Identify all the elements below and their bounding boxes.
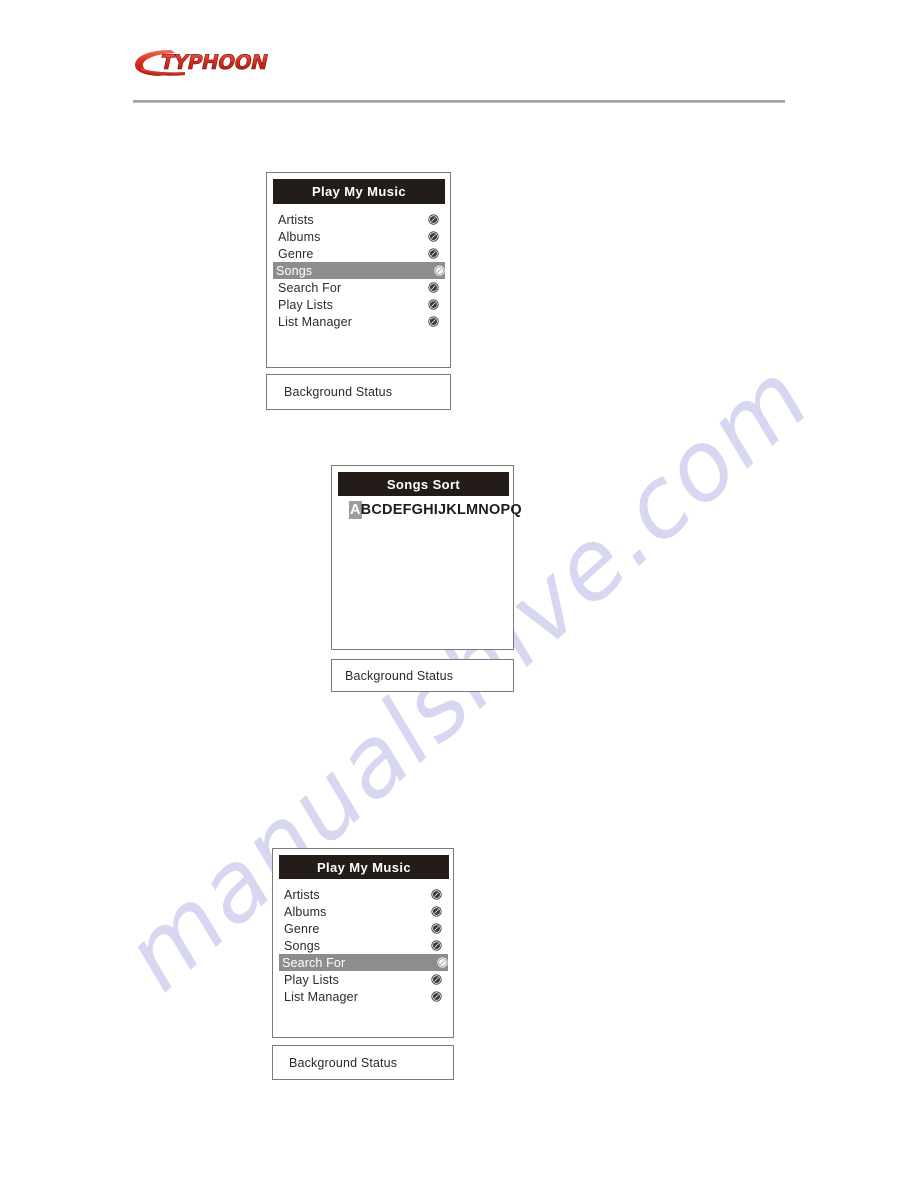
menu-item-label: Albums xyxy=(284,904,327,919)
navigate-icon[interactable] xyxy=(431,940,442,951)
alphabet-letter-h[interactable]: H xyxy=(423,502,434,518)
navigate-icon[interactable] xyxy=(428,214,439,225)
menu-item-label: Genre xyxy=(284,921,320,936)
menu-item-genre[interactable]: Genre xyxy=(278,245,439,262)
navigate-icon[interactable] xyxy=(431,889,442,900)
alphabet-letter-k[interactable]: K xyxy=(446,502,457,518)
background-status-bar: Background Status xyxy=(266,374,451,410)
navigate-icon[interactable] xyxy=(431,991,442,1002)
device-screen: Play My Music Artists Albums Genre Songs Sea… xyxy=(266,172,451,368)
background-status-bar: Background Status xyxy=(272,1045,454,1080)
menu-item-songs[interactable]: Songs xyxy=(273,262,445,279)
alphabet-letter-q[interactable]: Q xyxy=(510,502,521,518)
navigate-icon[interactable] xyxy=(431,923,442,934)
screen-title: Play My Music xyxy=(273,179,445,204)
menu-item-artists[interactable]: Artists xyxy=(284,886,442,903)
alphabet-strip: ABCDEFGHIJKLMNOPQ xyxy=(349,501,522,519)
navigate-icon[interactable] xyxy=(431,974,442,985)
menu-item-songs[interactable]: Songs xyxy=(284,937,442,954)
alphabet-letter-l[interactable]: L xyxy=(457,502,466,518)
menu-item-label: List Manager xyxy=(278,314,353,329)
background-status-label: Background Status xyxy=(289,1055,398,1070)
navigate-icon[interactable] xyxy=(434,265,445,276)
alphabet-letter-f[interactable]: F xyxy=(403,502,412,518)
alphabet-letter-d[interactable]: D xyxy=(382,502,393,518)
background-status-label: Background Status xyxy=(345,668,454,683)
navigate-icon[interactable] xyxy=(428,316,439,327)
menu-item-label: Songs xyxy=(276,263,313,278)
header-divider xyxy=(133,100,785,103)
screen-title: Play My Music xyxy=(279,855,449,879)
menu-item-play-lists[interactable]: Play Lists xyxy=(284,971,442,988)
alphabet-letter-o[interactable]: O xyxy=(489,502,500,518)
navigate-icon[interactable] xyxy=(437,957,448,968)
screen-group-play-my-music-songs: Play My Music Artists Albums Genre Songs Sea… xyxy=(266,172,451,412)
menu-item-label: Play Lists xyxy=(278,297,333,312)
alphabet-letter-j[interactable]: J xyxy=(438,502,446,518)
menu-item-label: Search For xyxy=(278,280,342,295)
navigate-icon[interactable] xyxy=(428,282,439,293)
menu-item-label: Artists xyxy=(278,212,314,227)
navigate-icon[interactable] xyxy=(431,906,442,917)
alphabet-letter-n[interactable]: N xyxy=(478,502,489,518)
menu-item-artists[interactable]: Artists xyxy=(278,211,439,228)
menu-item-play-lists[interactable]: Play Lists xyxy=(278,296,439,313)
menu-item-label: Genre xyxy=(278,246,314,261)
menu-item-genre[interactable]: Genre xyxy=(284,920,442,937)
device-screen: Play My Music Artists Albums Genre Songs Sea… xyxy=(272,848,454,1038)
navigate-icon[interactable] xyxy=(428,231,439,242)
background-status-label: Background Status xyxy=(284,385,393,399)
menu-item-list-manager[interactable]: List Manager xyxy=(278,313,439,330)
typhoon-logo: TYPHOON xyxy=(133,42,268,82)
alphabet-letter-p[interactable]: P xyxy=(500,502,510,518)
device-screen: Songs Sort ABCDEFGHIJKLMNOPQ xyxy=(331,465,522,650)
alphabet-letter-a[interactable]: A xyxy=(349,501,362,519)
screen-title: Songs Sort xyxy=(338,472,509,496)
menu-item-albums[interactable]: Albums xyxy=(284,903,442,920)
screen-group-songs-sort: Songs Sort ABCDEFGHIJKLMNOPQ Background … xyxy=(331,465,522,693)
menu-item-label: Search For xyxy=(282,955,346,970)
menu-list: Artists Albums Genre Songs Search For Play Li… xyxy=(267,211,450,330)
menu-item-albums[interactable]: Albums xyxy=(278,228,439,245)
menu-item-label: List Manager xyxy=(284,989,359,1004)
alphabet-letter-e[interactable]: E xyxy=(393,502,403,518)
alphabet-letter-c[interactable]: C xyxy=(371,502,382,518)
background-status-bar: Background Status xyxy=(331,659,514,692)
screen-group-play-my-music-search-for: Play My Music Artists Albums Genre Songs Sea… xyxy=(272,848,454,1081)
alphabet-letter-g[interactable]: G xyxy=(412,502,423,518)
alphabet-letter-b[interactable]: B xyxy=(361,502,372,518)
alphabet-letter-m[interactable]: M xyxy=(466,502,478,518)
menu-item-label: Songs xyxy=(284,938,321,953)
menu-item-label: Artists xyxy=(284,887,320,902)
menu-list: Artists Albums Genre Songs Search For Play Li… xyxy=(273,886,453,1005)
menu-item-label: Play Lists xyxy=(284,972,339,987)
navigate-icon[interactable] xyxy=(428,299,439,310)
svg-text:TYPHOON: TYPHOON xyxy=(158,50,268,74)
menu-item-search-for[interactable]: Search For xyxy=(279,954,448,971)
menu-item-label: Albums xyxy=(278,229,321,244)
navigate-icon[interactable] xyxy=(428,248,439,259)
menu-item-list-manager[interactable]: List Manager xyxy=(284,988,442,1005)
menu-item-search-for[interactable]: Search For xyxy=(278,279,439,296)
